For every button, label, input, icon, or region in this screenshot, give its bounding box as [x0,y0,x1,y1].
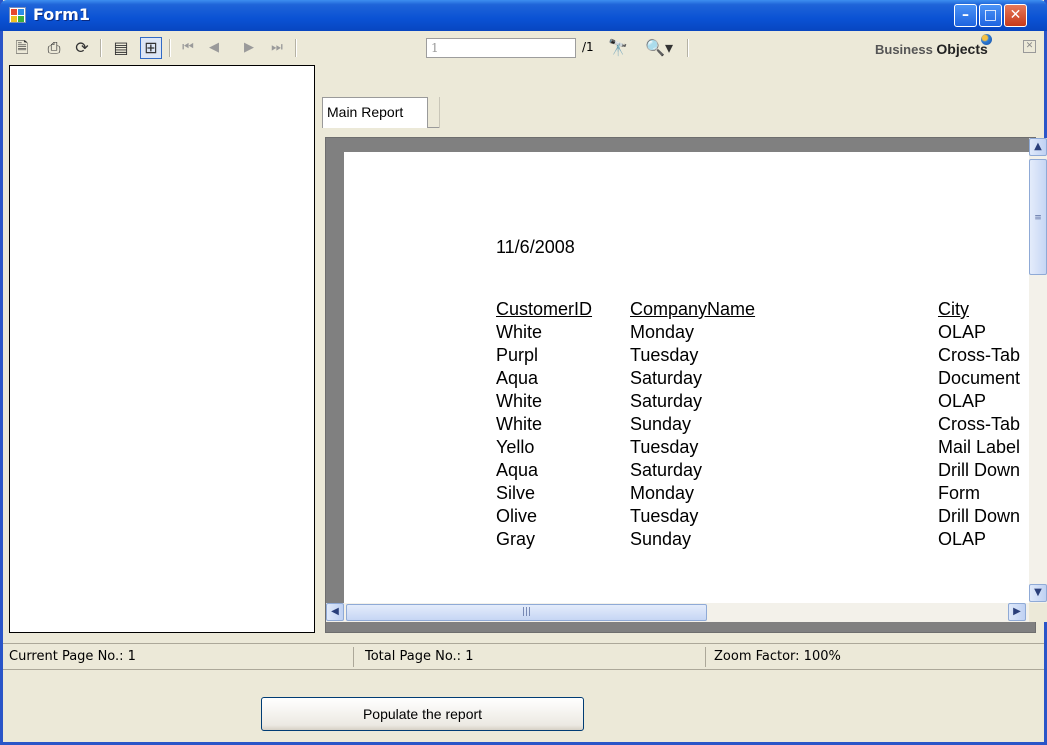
next-page-icon[interactable]: ▶ [238,37,260,59]
tab-divider [439,97,440,128]
zoom-status: Zoom Factor: 100% [714,649,841,664]
cell-company-name: Monday [630,483,695,503]
logo-globe-icon [981,34,992,45]
column-customer-id: CustomerID White Purpl Aqua White White … [496,298,592,551]
scroll-up-icon[interactable]: ▲ [1029,138,1047,156]
app-icon [9,7,26,23]
status-divider [353,647,354,667]
cell-company-name: Tuesday [630,345,699,365]
cell-customer-id: Aqua [496,368,539,388]
scroll-right-icon[interactable]: ▶ [1008,603,1026,621]
maximize-button[interactable]: □ [979,4,1002,27]
cell-city: OLAP [938,529,987,549]
header-customer-id: CustomerID [496,299,593,319]
cell-customer-id: Aqua [496,460,539,480]
toolbar-separator [169,39,171,57]
cell-city: Mail Label [938,437,1021,457]
cell-city: Cross-Tab [938,414,1021,434]
vertical-scroll-thumb[interactable]: ≡ [1029,159,1047,275]
cell-city: OLAP [938,391,987,411]
cell-customer-id: Purpl [496,345,539,365]
window-title: Form1 [33,5,90,24]
close-logo-icon[interactable]: ✕ [1023,40,1036,53]
group-tree-icon[interactable]: ⊞ [140,37,162,59]
horizontal-scrollbar[interactable]: ◀ ||| ▶ [326,603,1029,622]
toolbar-separator [295,39,297,57]
status-divider [705,647,706,667]
scrollbar-corner [1029,603,1047,622]
column-city: City OLAP Cross-Tab Document OLAP Cross-… [938,298,1020,551]
cell-company-name: Monday [630,322,695,342]
cell-city: Drill Down [938,460,1021,480]
cell-customer-id: Silve [496,483,536,503]
cell-company-name: Sunday [630,529,692,549]
cell-customer-id: White [496,414,543,434]
last-page-icon[interactable]: ⏭ [266,37,288,59]
cell-city: Cross-Tab [938,345,1021,365]
horizontal-scroll-thumb[interactable]: ||| [346,604,707,621]
cell-customer-id: White [496,322,543,342]
cell-customer-id: Olive [496,506,538,526]
main-window: Form1 – □ ✕ 🗎 ⎙ ⟳ ▤ ⊞ ⏮ ◀ ▶ ⏭ /1 🔭 🔍▾ Bu… [0,0,1047,745]
business-objects-logo: Business Objects [875,41,988,57]
current-page-status: Current Page No.: 1 [9,649,136,664]
close-button[interactable]: ✕ [1004,4,1027,27]
first-page-icon[interactable]: ⏮ [177,37,199,59]
scroll-down-icon[interactable]: ▼ [1029,584,1047,602]
toolbar-separator [687,39,689,57]
cell-city: Form [938,483,980,503]
print-icon[interactable]: ⎙ [43,37,65,59]
tab-main-report[interactable]: Main Report [322,97,428,128]
refresh-icon[interactable]: ⟳ [71,37,93,59]
report-page: 11/6/2008 CustomerID White Purpl Aqua Wh… [344,152,1034,612]
cell-company-name: Tuesday [630,506,699,526]
report-viewer-toolbar: 🗎 ⎙ ⟳ ▤ ⊞ ⏮ ◀ ▶ ⏭ /1 🔭 🔍▾ Business Objec… [3,31,1044,65]
cell-city: Document [938,368,1021,388]
cell-city: Drill Down [938,506,1021,526]
find-icon[interactable]: 🔭 [607,37,629,59]
toolbar-separator [100,39,102,57]
header-company-name: CompanyName [630,299,756,319]
page-total-label: /1 [582,40,594,54]
total-page-status: Total Page No.: 1 [365,649,474,664]
status-bar: Current Page No.: 1 Total Page No.: 1 Zo… [3,643,1044,670]
populate-report-button[interactable]: Populate the report [261,697,584,731]
cell-company-name: Saturday [630,460,703,480]
cell-customer-id: Gray [496,529,536,549]
logo-bold: Objects [936,41,988,57]
toggle-tree-icon[interactable]: ▤ [110,37,132,59]
cell-company-name: Saturday [630,368,703,388]
prev-page-icon[interactable]: ◀ [203,37,225,59]
cell-company-name: Sunday [630,414,692,434]
title-bar[interactable]: Form1 – □ ✕ [0,0,1047,31]
report-viewport[interactable]: 11/6/2008 CustomerID White Purpl Aqua Wh… [325,137,1036,633]
minimize-button[interactable]: – [954,4,977,27]
group-tree-panel[interactable] [9,65,315,633]
cell-company-name: Tuesday [630,437,699,457]
cell-city: OLAP [938,322,987,342]
report-date: 11/6/2008 [496,237,575,257]
scroll-left-icon[interactable]: ◀ [326,603,344,621]
cell-customer-id: Yello [496,437,535,457]
vertical-scrollbar[interactable]: ▲ ≡ ▼ [1029,138,1047,603]
logo-prefix: Business [875,42,937,57]
zoom-icon[interactable]: 🔍▾ [639,37,679,59]
export-icon[interactable]: 🗎 [11,37,33,59]
cell-company-name: Saturday [630,391,703,411]
cell-customer-id: White [496,391,543,411]
header-city: City [938,299,969,319]
page-number-input[interactable] [426,38,576,58]
column-company-name: CompanyName Monday Tuesday Saturday Satu… [630,298,755,551]
